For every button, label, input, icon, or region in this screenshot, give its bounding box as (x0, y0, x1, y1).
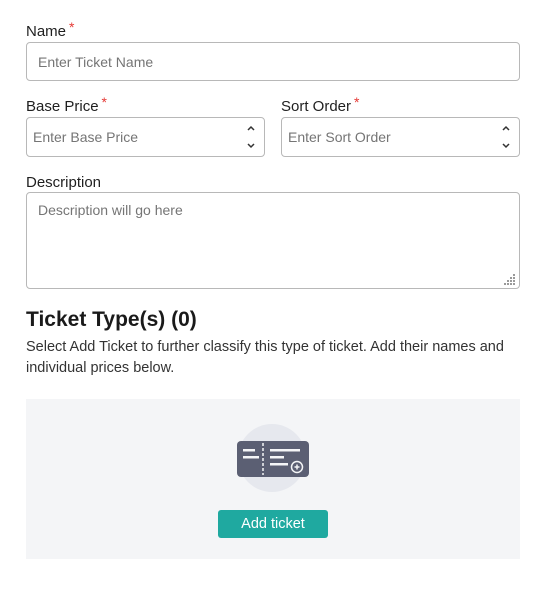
description-label: Description (26, 174, 101, 191)
ticket-types-empty-state: Add ticket (26, 399, 520, 559)
base-price-label-text: Base Price (26, 98, 99, 115)
required-mark: * (101, 94, 107, 110)
description-textarea[interactable]: Description will go here (26, 192, 520, 289)
resize-grip-icon[interactable] (504, 273, 516, 285)
number-spinner-icon[interactable] (246, 124, 256, 150)
sort-order-input[interactable]: Enter Sort Order (281, 117, 520, 157)
base-price-label: Base Price * (26, 94, 107, 115)
chevron-up-icon[interactable] (246, 124, 256, 132)
name-input-placeholder: Enter Ticket Name (38, 53, 154, 70)
sort-order-label-text: Sort Order (281, 98, 352, 115)
base-price-input-placeholder: Enter Base Price (33, 129, 139, 145)
description-placeholder: Description will go here (38, 202, 183, 218)
name-label: Name * (26, 19, 74, 40)
chevron-down-icon[interactable] (501, 142, 511, 150)
base-price-input[interactable]: Enter Base Price (26, 117, 265, 157)
ticket-types-title: Ticket Type(s) (0) (26, 308, 197, 331)
ticket-form: Name * Enter Ticket Name Base Price * Ente… (0, 0, 547, 592)
required-mark: * (69, 19, 75, 35)
ticket-types-description: Select Add Ticket to further classify th… (26, 339, 504, 376)
ticket-illustration-icon (237, 424, 309, 492)
required-mark: * (354, 94, 360, 110)
chevron-down-icon[interactable] (246, 142, 256, 150)
number-spinner-icon[interactable] (501, 124, 511, 150)
name-input[interactable]: Enter Ticket Name (26, 42, 520, 81)
sort-order-input-placeholder: Enter Sort Order (288, 129, 391, 145)
description-label-text: Description (26, 174, 102, 191)
name-label-text: Name (26, 23, 67, 40)
sort-order-label: Sort Order * (281, 94, 359, 115)
add-ticket-button[interactable]: Add ticket (218, 510, 328, 538)
chevron-up-icon[interactable] (501, 124, 511, 132)
